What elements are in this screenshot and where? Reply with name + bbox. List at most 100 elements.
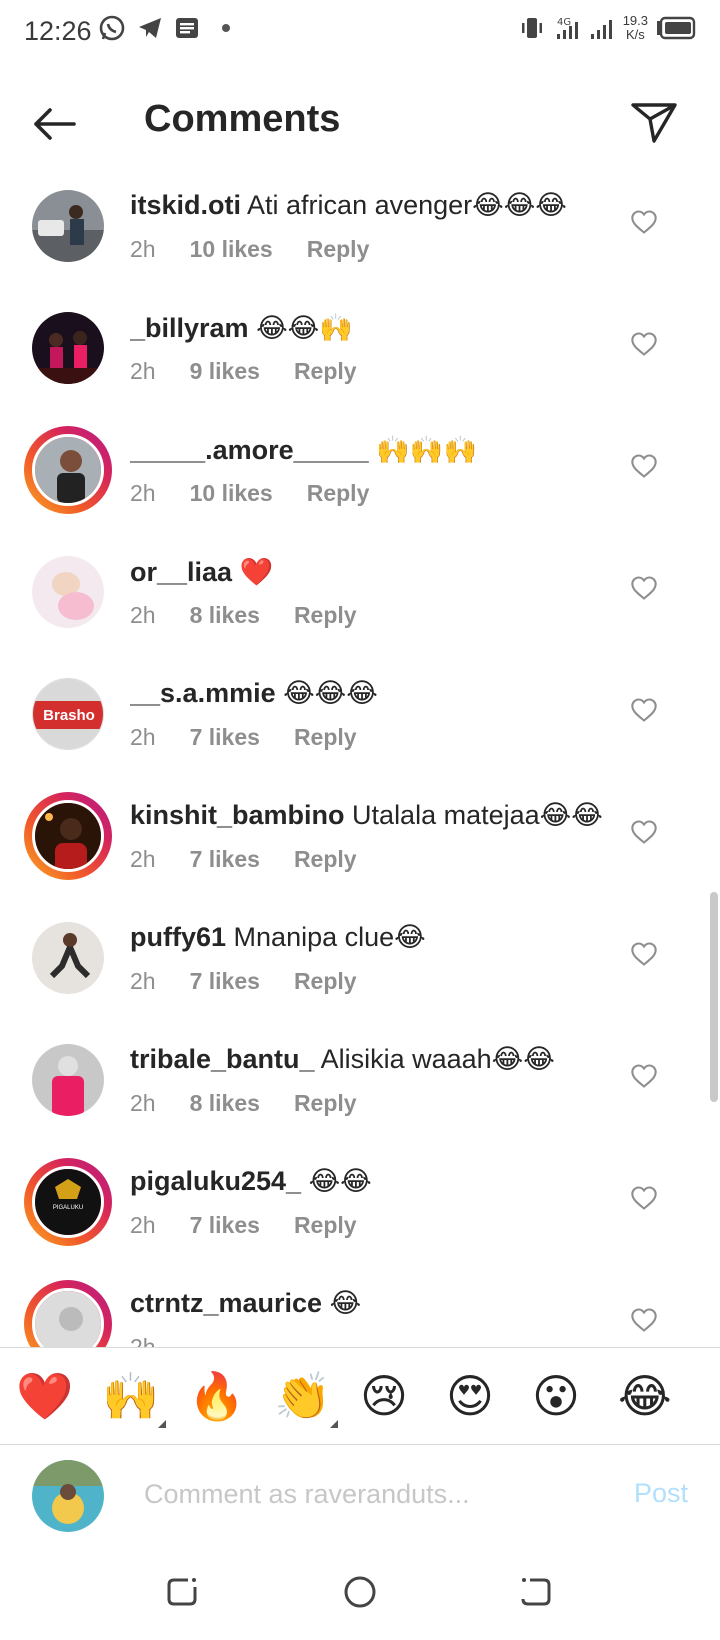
comment-username[interactable]: puffy61 <box>130 922 226 952</box>
heart-icon[interactable] <box>630 574 658 602</box>
reply-button[interactable]: Reply <box>307 480 370 507</box>
reply-button[interactable]: Reply <box>294 1090 357 1117</box>
send-icon <box>631 103 677 143</box>
avatar[interactable] <box>24 548 112 636</box>
comment-likes[interactable]: 8 likes <box>190 602 260 629</box>
clapping-emoji[interactable]: 👏 <box>274 1370 331 1422</box>
avatar-image <box>32 1044 104 1116</box>
reply-button[interactable]: Reply <box>307 236 370 263</box>
surprised-emoji[interactable]: 😮 <box>532 1370 580 1422</box>
comment-row: Brasho __s.a.mmie 😂😂😂 2h 7 likes Reply <box>0 662 720 790</box>
comment-composer: Post <box>0 1446 720 1542</box>
comment-likes[interactable]: 8 likes <box>190 1090 260 1117</box>
avatar[interactable] <box>24 182 112 270</box>
comment-likes[interactable]: 10 likes <box>190 480 273 507</box>
comment-username[interactable]: tribale_bantu_ <box>130 1044 315 1074</box>
crying-emoji[interactable]: 😢 <box>360 1370 408 1422</box>
avatar[interactable] <box>24 1280 112 1347</box>
avatar[interactable]: Brasho <box>24 670 112 758</box>
post-button[interactable]: Post <box>634 1478 688 1509</box>
recents-icon <box>167 1578 197 1606</box>
comment-username[interactable]: __s.a.mmie <box>130 678 276 708</box>
comment-likes[interactable]: 7 likes <box>190 724 260 751</box>
heart-eyes-emoji[interactable]: 😍 <box>446 1370 494 1422</box>
status-bar: 12:26 4G 19.3 K/s <box>0 0 720 66</box>
heart-icon[interactable] <box>630 330 658 358</box>
heart-icon[interactable] <box>630 1184 658 1212</box>
back-nav-icon <box>521 1578 551 1606</box>
reply-button[interactable]: Reply <box>294 724 357 751</box>
back-arrow-icon <box>34 108 76 140</box>
comment-likes[interactable]: 7 likes <box>190 846 260 873</box>
comment-username[interactable]: itskid.oti <box>130 190 241 220</box>
heart-icon[interactable] <box>630 696 658 724</box>
fire-emoji[interactable]: 🔥 <box>188 1370 245 1422</box>
skin-tone-indicator <box>330 1420 338 1428</box>
comment-likes[interactable]: 10 likes <box>190 236 273 263</box>
avatar[interactable] <box>24 1036 112 1124</box>
comment-username[interactable]: kinshit_bambino <box>130 800 345 830</box>
reply-button[interactable]: Reply <box>294 846 357 873</box>
avatar-image: PIGALUKU <box>32 1166 104 1238</box>
comment-text: ctrntz_maurice 😂 <box>130 1288 630 1319</box>
comment-input[interactable] <box>144 1472 584 1516</box>
comment-body: ❤️ <box>239 557 274 587</box>
avatar[interactable] <box>24 426 112 514</box>
reply-button[interactable]: Reply <box>294 602 357 629</box>
status-notification-icons <box>98 14 230 42</box>
home-button[interactable] <box>336 1568 384 1616</box>
recents-button[interactable] <box>158 1568 206 1616</box>
heart-icon[interactable] <box>630 940 658 968</box>
comments-list[interactable]: itskid.oti Ati african avenger😂😂😂 2h 10 li… <box>0 160 720 1347</box>
comment-text: puffy61 Mnanipa clue😂 <box>130 922 630 953</box>
back-nav-button[interactable] <box>512 1568 560 1616</box>
notification-dot <box>222 24 230 32</box>
reply-button[interactable]: Reply <box>294 358 357 385</box>
heart-icon[interactable] <box>630 1062 658 1090</box>
heart-icon[interactable] <box>630 818 658 846</box>
avatar-image: Brasho <box>32 678 104 750</box>
comment-row: PIGALUKU pigaluku254_ 😂😂 2h 7 likes Reply <box>0 1150 720 1278</box>
comment-text: itskid.oti Ati african avenger😂😂😂 <box>130 190 630 221</box>
avatar-image <box>32 922 104 994</box>
back-button[interactable] <box>26 96 82 152</box>
avatar[interactable] <box>24 304 112 392</box>
avatar-image <box>32 312 104 384</box>
comment-username[interactable]: ctrntz_maurice <box>130 1288 322 1318</box>
reply-button[interactable]: Reply <box>294 968 357 995</box>
scrollbar[interactable] <box>710 892 718 1102</box>
comment-meta: 2h <box>130 1334 156 1347</box>
heart-icon[interactable] <box>630 1306 658 1334</box>
avatar[interactable] <box>24 792 112 880</box>
heart-emoji[interactable]: ❤️ <box>16 1370 73 1422</box>
avatar-image <box>32 556 104 628</box>
system-nav-bar <box>0 1548 720 1640</box>
comment-likes[interactable]: 9 likes <box>190 358 260 385</box>
comment-body: 😂😂🙌 <box>256 313 353 343</box>
comment-row: or__liaa ❤️ 2h 8 likes Reply <box>0 540 720 668</box>
laughing-emoji[interactable]: 😂 <box>618 1370 672 1422</box>
comment-likes[interactable]: 7 likes <box>190 968 260 995</box>
comment-time: 2h <box>130 236 156 262</box>
comment-meta: 2h 7 likes Reply <box>130 846 357 873</box>
comment-username[interactable]: _billyram <box>130 313 249 343</box>
comment-row: ctrntz_maurice 😂 2h <box>0 1272 720 1347</box>
reply-button[interactable]: Reply <box>294 1212 357 1239</box>
comment-time: 2h <box>130 1090 156 1116</box>
comment-meta: 2h 8 likes Reply <box>130 1090 357 1117</box>
heart-icon[interactable] <box>630 452 658 480</box>
comment-username[interactable]: pigaluku254_ <box>130 1166 301 1196</box>
share-button[interactable] <box>626 94 682 150</box>
raised-hands-emoji[interactable]: 🙌 <box>102 1370 159 1422</box>
avatar-image <box>32 1288 104 1347</box>
avatar-image <box>32 190 104 262</box>
page-title: Comments <box>144 98 341 140</box>
heart-icon[interactable] <box>630 208 658 236</box>
comment-username[interactable]: or__liaa <box>130 557 232 587</box>
comment-text: pigaluku254_ 😂😂 <box>130 1166 630 1197</box>
comments-header: Comments <box>0 78 720 168</box>
avatar[interactable] <box>24 914 112 1002</box>
comment-likes[interactable]: 7 likes <box>190 1212 260 1239</box>
avatar[interactable]: PIGALUKU <box>24 1158 112 1246</box>
comment-username[interactable]: _____.amore_____ <box>130 435 369 465</box>
